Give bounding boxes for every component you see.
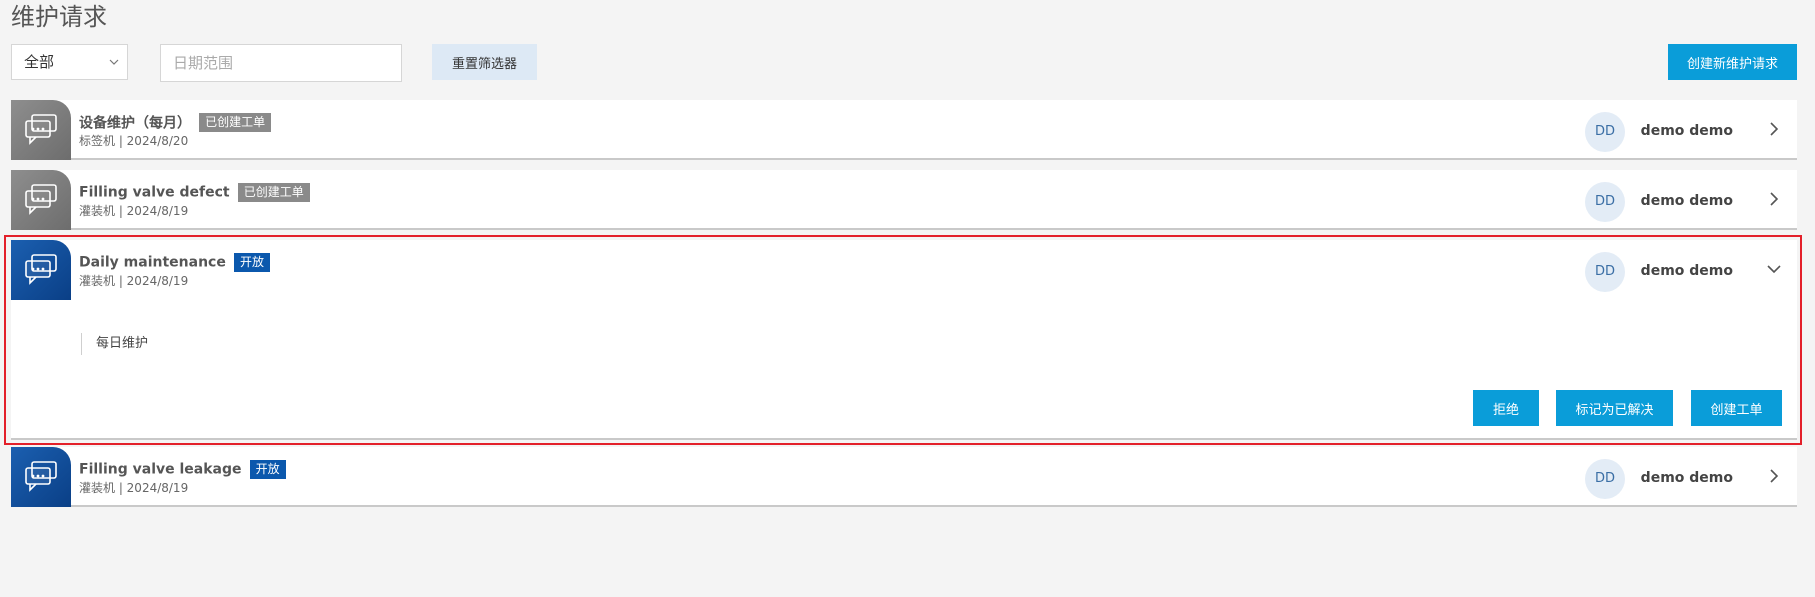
chat-bubbles-icon xyxy=(11,170,71,230)
request-title: 设备维护（每月） xyxy=(79,115,191,132)
filter-toolbar: 全部 重置筛选器 创建新维护请求 xyxy=(11,44,1797,82)
status-filter-value: 全部 xyxy=(24,53,55,71)
chevron-down-icon xyxy=(109,59,119,65)
date-range-input[interactable] xyxy=(160,44,402,82)
assignee-name: demo demo xyxy=(1640,193,1733,209)
assignee-name: demo demo xyxy=(1640,263,1733,279)
status-badge: 已创建工单 xyxy=(237,183,310,202)
request-card[interactable]: 设备维护（每月） 已创建工单 标签机 | 2024/8/20 DD demo d… xyxy=(11,100,1797,160)
avatar: DD xyxy=(1585,252,1625,292)
chat-bubbles-icon xyxy=(11,240,71,300)
request-card[interactable]: Filling valve defect 已创建工单 灌装机 | 2024/8/… xyxy=(11,170,1797,230)
chat-bubbles-icon xyxy=(11,447,71,507)
request-card-expanded[interactable]: Daily maintenance 开放 灌装机 | 2024/8/19 DD … xyxy=(11,240,1797,440)
chevron-right-icon[interactable] xyxy=(1767,469,1781,483)
assignee-name: demo demo xyxy=(1640,470,1733,486)
request-title: Daily maintenance xyxy=(79,254,226,271)
chevron-right-icon[interactable] xyxy=(1767,192,1781,206)
request-title: Filling valve leakage xyxy=(79,461,242,478)
page-title: 维护请求 xyxy=(11,3,107,31)
request-card[interactable]: Filling valve leakage 开放 灌装机 | 2024/8/19… xyxy=(11,447,1797,507)
status-filter-select[interactable]: 全部 xyxy=(11,44,128,80)
request-title-row: 设备维护（每月） 已创建工单 xyxy=(79,112,272,132)
request-description: 每日维护 xyxy=(81,333,148,355)
request-title-row: Filling valve defect 已创建工单 xyxy=(79,182,310,202)
request-title-row: Filling valve leakage 开放 xyxy=(79,459,286,479)
request-subtitle: 灌装机 | 2024/8/19 xyxy=(79,481,189,495)
request-subtitle: 标签机 | 2024/8/20 xyxy=(79,134,189,148)
request-subtitle: 灌装机 | 2024/8/19 xyxy=(79,204,189,218)
reject-button[interactable]: 拒绝 xyxy=(1473,390,1539,426)
chat-bubbles-icon xyxy=(11,100,71,160)
create-request-button[interactable]: 创建新维护请求 xyxy=(1668,44,1797,80)
avatar: DD xyxy=(1585,112,1625,152)
status-badge: 已创建工单 xyxy=(199,113,272,132)
assignee-name: demo demo xyxy=(1640,123,1733,139)
mark-resolved-button[interactable]: 标记为已解决 xyxy=(1556,390,1673,426)
chevron-right-icon[interactable] xyxy=(1767,122,1781,136)
request-title: Filling valve defect xyxy=(79,184,230,201)
avatar: DD xyxy=(1585,459,1625,499)
request-title-row: Daily maintenance 开放 xyxy=(79,252,270,272)
status-badge: 开放 xyxy=(233,253,270,272)
status-badge: 开放 xyxy=(249,460,286,479)
chevron-down-icon[interactable] xyxy=(1767,262,1781,276)
reset-filters-button[interactable]: 重置筛选器 xyxy=(432,44,537,80)
avatar: DD xyxy=(1585,182,1625,222)
request-subtitle: 灌装机 | 2024/8/19 xyxy=(79,274,189,288)
create-work-order-button[interactable]: 创建工单 xyxy=(1691,390,1782,426)
